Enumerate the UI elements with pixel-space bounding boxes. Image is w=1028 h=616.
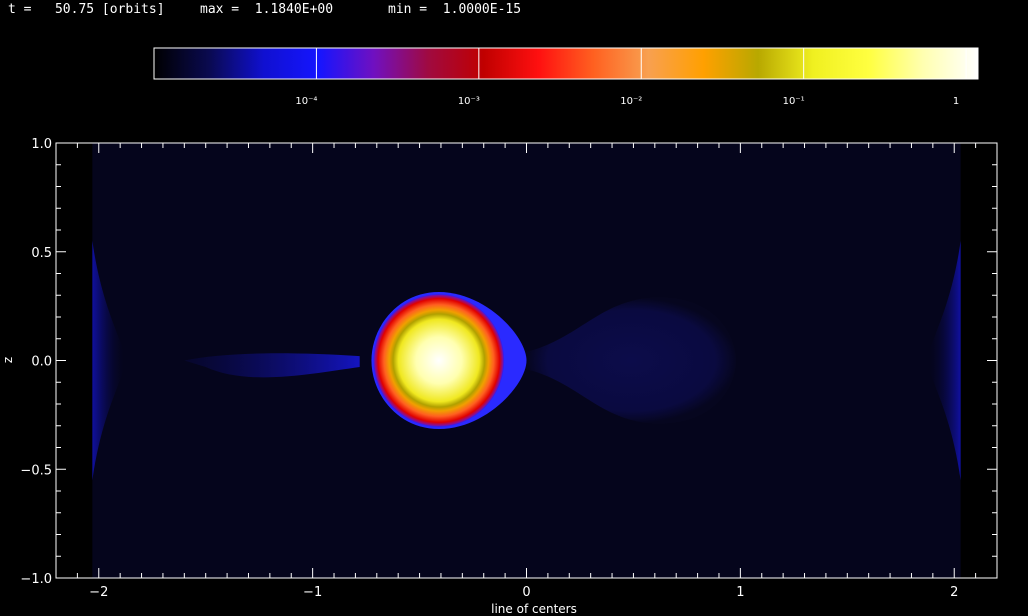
y-axis-label: z — [1, 357, 15, 363]
colorbar-tick-label: 10⁻⁴ — [295, 96, 317, 107]
y-tick-label: −1.0 — [20, 572, 52, 587]
density-plot: 10⁻⁴ 10⁻³ 10⁻² 10⁻¹ 1 −2 −1 0 1 2 1.0 0.5 0.0 −0.5 −1… — [1, 47, 998, 616]
x-axis-label: line of centers — [491, 602, 577, 616]
colorbar-tick-label: 10⁻² — [620, 96, 642, 107]
x-tick-label: −1 — [303, 585, 322, 600]
y-tick-label: −0.5 — [20, 463, 52, 478]
x-tick-label: −2 — [89, 585, 108, 600]
y-tick-label: 1.0 — [31, 137, 52, 152]
x-tick-label: 1 — [736, 585, 744, 600]
x-tick-label: 0 — [522, 585, 530, 600]
x-tick-label: 2 — [950, 585, 958, 600]
colorbar-tick-label: 1 — [953, 96, 959, 107]
primary-star — [373, 294, 505, 427]
colorbar: 10⁻⁴ 10⁻³ 10⁻² 10⁻¹ 1 — [153, 47, 979, 107]
y-tick-label: 0.0 — [31, 355, 52, 370]
colorbar-tick-label: 10⁻¹ — [783, 96, 805, 107]
y-tick-label: 0.5 — [31, 246, 52, 261]
plot-panel: −2 −1 0 1 2 1.0 0.5 0.0 −0.5 −1.0 — [20, 137, 998, 600]
colorbar-fill — [153, 47, 979, 80]
colorbar-tick-label: 10⁻³ — [458, 96, 480, 107]
